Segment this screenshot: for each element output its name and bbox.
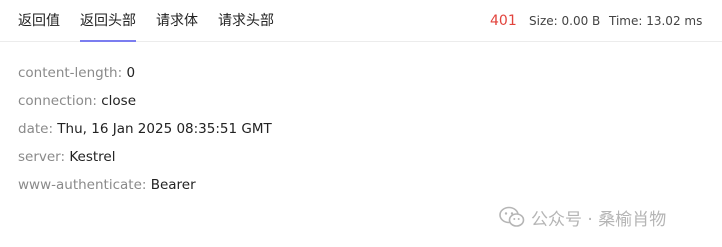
watermark: 公众号 · 桑榆肖物 bbox=[499, 205, 667, 230]
tab-request-headers[interactable]: 请求头部 bbox=[218, 11, 274, 31]
header-row: content-length: 0 bbox=[18, 63, 272, 91]
header-row: server: Kestrel bbox=[18, 147, 272, 175]
header-separator: : bbox=[92, 93, 102, 109]
header-value: Kestrel bbox=[69, 149, 116, 165]
header-value: Bearer bbox=[150, 177, 196, 193]
tab-request-body[interactable]: 请求体 bbox=[156, 11, 198, 31]
header-row: connection: close bbox=[18, 91, 272, 119]
header-key: connection bbox=[18, 93, 93, 109]
header-row: www-authenticate: Bearer bbox=[18, 175, 272, 203]
header-value: Thu, 16 Jan 2025 08:35:51 GMT bbox=[57, 121, 272, 137]
watermark-text: 公众号 · 桑榆肖物 bbox=[531, 209, 667, 230]
tab-response-body[interactable]: 返回值 bbox=[18, 11, 60, 31]
wechat-icon bbox=[499, 206, 525, 227]
header-key: server bbox=[18, 149, 61, 165]
header-value: 0 bbox=[126, 65, 136, 81]
response-size: Size: 0.00 B bbox=[529, 14, 601, 28]
header-separator: : bbox=[48, 121, 58, 137]
header-key: date bbox=[18, 121, 49, 137]
response-panel: 返回值 返回头部 请求体 请求头部 401 Size: 0.00 B Time:… bbox=[0, 0, 722, 247]
active-tab-indicator bbox=[80, 40, 136, 42]
response-headers-list: content-length: 0 connection: close date… bbox=[18, 63, 272, 203]
header-key: content-length bbox=[18, 65, 118, 81]
status-code: 401 bbox=[490, 13, 517, 29]
header-value: close bbox=[101, 93, 137, 109]
tab-response-headers[interactable]: 返回头部 bbox=[80, 11, 136, 31]
header-row: date: Thu, 16 Jan 2025 08:35:51 GMT bbox=[18, 119, 272, 147]
response-tab-bar: 返回值 返回头部 请求体 请求头部 401 Size: 0.00 B Time:… bbox=[0, 0, 722, 42]
header-key: www-authenticate bbox=[18, 177, 142, 193]
response-time: Time: 13.02 ms bbox=[609, 14, 703, 28]
header-separator: : bbox=[141, 177, 151, 193]
